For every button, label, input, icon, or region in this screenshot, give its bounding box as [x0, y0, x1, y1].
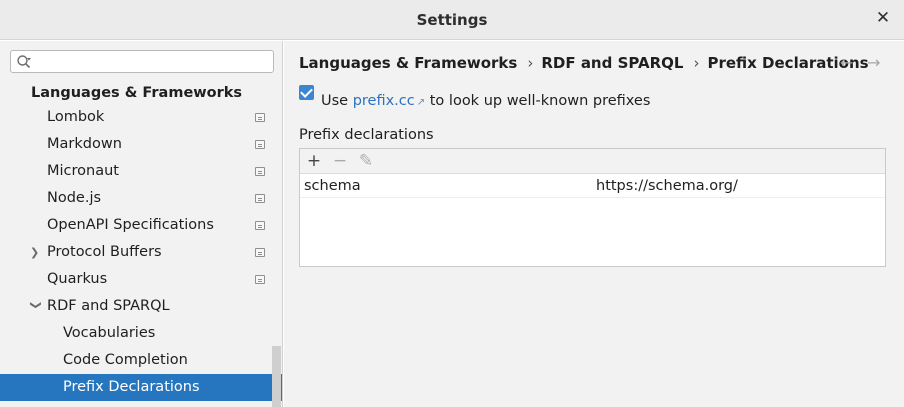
prefix-cc-link[interactable]: prefix.cc	[353, 93, 415, 109]
settings-sidebar: Languages & Frameworks Lombok Markdown M…	[0, 41, 283, 407]
sidebar-item-rdf-sparql[interactable]: ❯ RDF and SPARQL	[0, 293, 282, 320]
sidebar-item-code-completion[interactable]: Code Completion	[0, 347, 282, 374]
forward-arrow-icon[interactable]: →	[867, 53, 880, 72]
sidebar-item-prefix-declarations[interactable]: Prefix Declarations	[0, 374, 282, 401]
window-title: Settings	[416, 11, 488, 29]
search-input[interactable]	[10, 50, 274, 73]
breadcrumb-item: Languages & Frameworks	[299, 54, 518, 72]
project-settings-icon	[255, 248, 265, 257]
sidebar-item-nodejs[interactable]: Node.js	[0, 185, 282, 212]
search-icon	[17, 55, 31, 69]
settings-content: Languages & Frameworks › RDF and SPARQL › Pr…	[284, 41, 904, 407]
prefix-cell: schema	[304, 178, 361, 194]
project-settings-icon	[255, 167, 265, 176]
back-arrow-icon[interactable]: ←	[840, 53, 853, 72]
chevron-right-icon[interactable]: ❯	[30, 239, 42, 266]
add-icon[interactable]: +	[304, 151, 324, 171]
project-settings-icon	[255, 275, 265, 284]
sidebar-item-vocabularies[interactable]: Vocabularies	[0, 320, 282, 347]
sidebar-item-quarkus[interactable]: Quarkus	[0, 266, 282, 293]
chevron-right-icon: ›	[693, 54, 700, 72]
edit-icon[interactable]: ✎	[356, 151, 376, 171]
prefix-cc-checkbox[interactable]	[299, 85, 314, 100]
breadcrumb-item: RDF and SPARQL	[541, 54, 684, 72]
sidebar-item-openapi[interactable]: OpenAPI Specifications	[0, 212, 282, 239]
breadcrumb: Languages & Frameworks › RDF and SPARQL › Pr…	[299, 54, 869, 72]
option-label-prefix: Use	[321, 93, 349, 109]
table-toolbar: + − ✎	[300, 149, 885, 174]
prefix-declarations-label: Prefix declarations	[299, 127, 434, 143]
uri-cell: https://schema.org/	[596, 178, 738, 194]
sidebar-group-languages-frameworks[interactable]: Languages & Frameworks	[31, 85, 242, 101]
project-settings-icon	[255, 221, 265, 230]
chevron-right-icon: ›	[527, 54, 534, 72]
sidebar-item-protocol-buffers[interactable]: ❯ Protocol Buffers	[0, 239, 282, 266]
table-row[interactable]: schema https://schema.org/	[300, 175, 885, 198]
option-label-suffix: to look up well-known prefixes	[429, 93, 651, 109]
sidebar-item-micronaut[interactable]: Micronaut	[0, 158, 282, 185]
sidebar-item-lombok[interactable]: Lombok	[0, 104, 282, 131]
prefix-declarations-table: + − ✎ schema https://schema.org/	[299, 148, 886, 267]
project-settings-icon	[255, 140, 265, 149]
sidebar-scrollbar[interactable]	[272, 346, 281, 407]
external-link-icon: ↗	[416, 97, 426, 108]
remove-icon[interactable]: −	[330, 151, 350, 171]
project-settings-icon	[255, 194, 265, 203]
title-bar: Settings ✕	[0, 0, 904, 40]
sidebar-item-markdown[interactable]: Markdown	[0, 131, 282, 158]
project-settings-icon	[255, 113, 265, 122]
chevron-down-icon[interactable]: ❯	[23, 301, 50, 313]
close-icon[interactable]: ✕	[875, 10, 891, 27]
